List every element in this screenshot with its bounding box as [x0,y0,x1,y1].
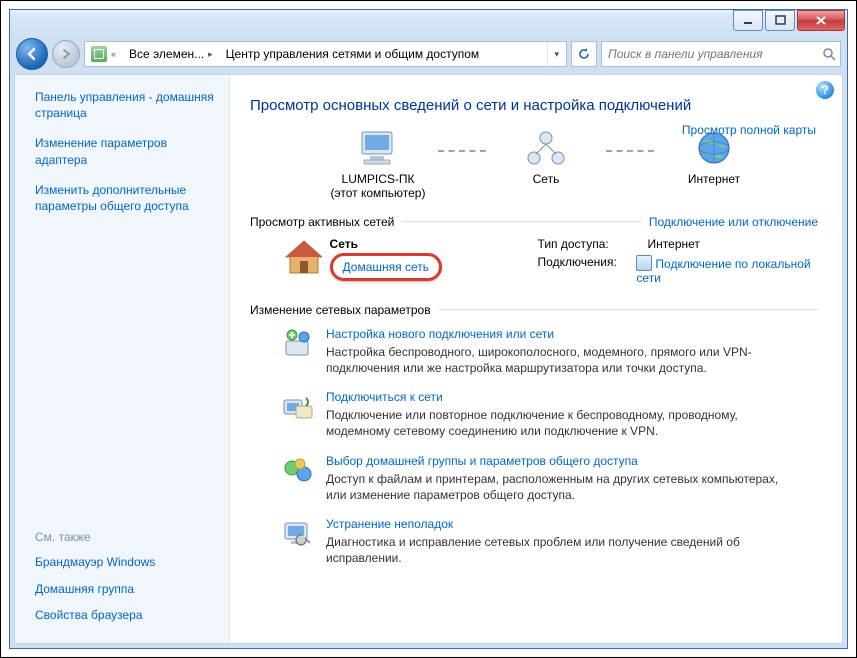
network-type-link[interactable]: Домашняя сеть [343,260,429,274]
address-bar: « Все элемен...▸ Центр управления сетями… [10,38,847,70]
page-title: Просмотр основных сведений о сети и наст… [250,97,818,114]
refresh-button[interactable] [571,41,597,67]
see-also-homegroup[interactable]: Домашняя группа [35,581,217,597]
main-content: ? Просмотр основных сведений о сети и на… [230,75,842,643]
access-type-value: Интернет [648,237,700,251]
active-networks-header: Просмотр активных сетей [250,215,394,229]
minimize-button[interactable] [733,10,763,31]
maximize-button[interactable] [765,10,795,31]
nav-forward-button[interactable] [52,40,80,68]
node-pc-note: (этот компьютер) [331,186,426,200]
breadcrumb-bar[interactable]: « Все элемен...▸ Центр управления сетями… [84,41,567,67]
opt-troubleshoot-desc: Диагностика и исправление сетевых пробле… [326,534,796,566]
node-internet-label: Интернет [688,172,740,186]
network-hub-icon [524,128,568,168]
access-type-label: Тип доступа: [538,237,648,251]
connect-network-icon [282,390,314,422]
close-button[interactable] [797,10,845,31]
node-network: Сеть [486,128,606,186]
sidebar-adapter-settings[interactable]: Изменение параметров адаптера [35,135,217,167]
help-button[interactable]: ? [816,81,834,99]
opt-homegroup[interactable]: Выбор домашней группы и параметров общег… [326,454,796,468]
node-pc-name: LUMPICS-ПК [331,172,426,186]
search-icon [822,47,836,61]
opt-homegroup-desc: Доступ к файлам и принтерам, расположенн… [326,471,796,503]
lan-icon [636,255,652,271]
see-also-header: См. также [35,530,217,544]
new-connection-icon [282,327,314,359]
homegroup-icon [282,454,314,486]
network-map: LUMPICS-ПК(этот компьютер) Сеть Интернет [274,128,818,201]
node-this-pc: LUMPICS-ПК(этот компьютер) [318,128,438,201]
sidebar: Панель управления - домашняя страница Из… [15,75,230,643]
connect-disconnect-link[interactable]: Подключение или отключение [649,215,818,229]
computer-icon [356,128,400,168]
map-link-2 [606,150,654,152]
sidebar-sharing-settings[interactable]: Изменить дополнительные параметры общего… [35,182,217,214]
node-network-label: Сеть [533,172,560,186]
map-link-1 [438,150,486,152]
home-network-icon [282,237,322,277]
sidebar-home[interactable]: Панель управления - домашняя страница [35,89,217,121]
nav-back-button[interactable] [16,38,48,70]
search-input[interactable] [606,46,818,62]
opt-new-connection[interactable]: Настройка нового подключения или сети [326,327,796,341]
opt-connect-network-desc: Подключение или повторное подключение к … [326,407,796,439]
search-box[interactable] [601,41,841,67]
network-name: Сеть [330,237,500,251]
opt-new-connection-desc: Настройка беспроводного, широкополосного… [326,344,796,376]
control-panel-icon [91,46,107,62]
breadcrumb-parent[interactable]: Все элемен...▸ [123,42,220,66]
connections-link[interactable]: Подключение по локальной сети [636,257,810,285]
opt-troubleshoot[interactable]: Устранение неполадок [326,517,796,531]
highlight-ring: Домашняя сеть [330,253,442,281]
breadcrumb-chevrons[interactable]: « [85,42,123,66]
connections-label: Подключения: [538,255,637,285]
opt-connect-network[interactable]: Подключиться к сети [326,390,796,404]
change-settings-header: Изменение сетевых параметров [250,303,431,317]
window-titlebar [10,10,847,38]
see-also-firewall[interactable]: Брандмауэр Windows [35,554,217,570]
breadcrumb-current[interactable]: Центр управления сетями и общим доступом [220,42,487,66]
breadcrumb-dropdown[interactable]: ▾ [547,42,566,66]
view-full-map-link[interactable]: Просмотр полной карты [682,123,816,137]
see-also-browser-props[interactable]: Свойства браузера [35,607,217,623]
troubleshoot-icon [282,517,314,549]
